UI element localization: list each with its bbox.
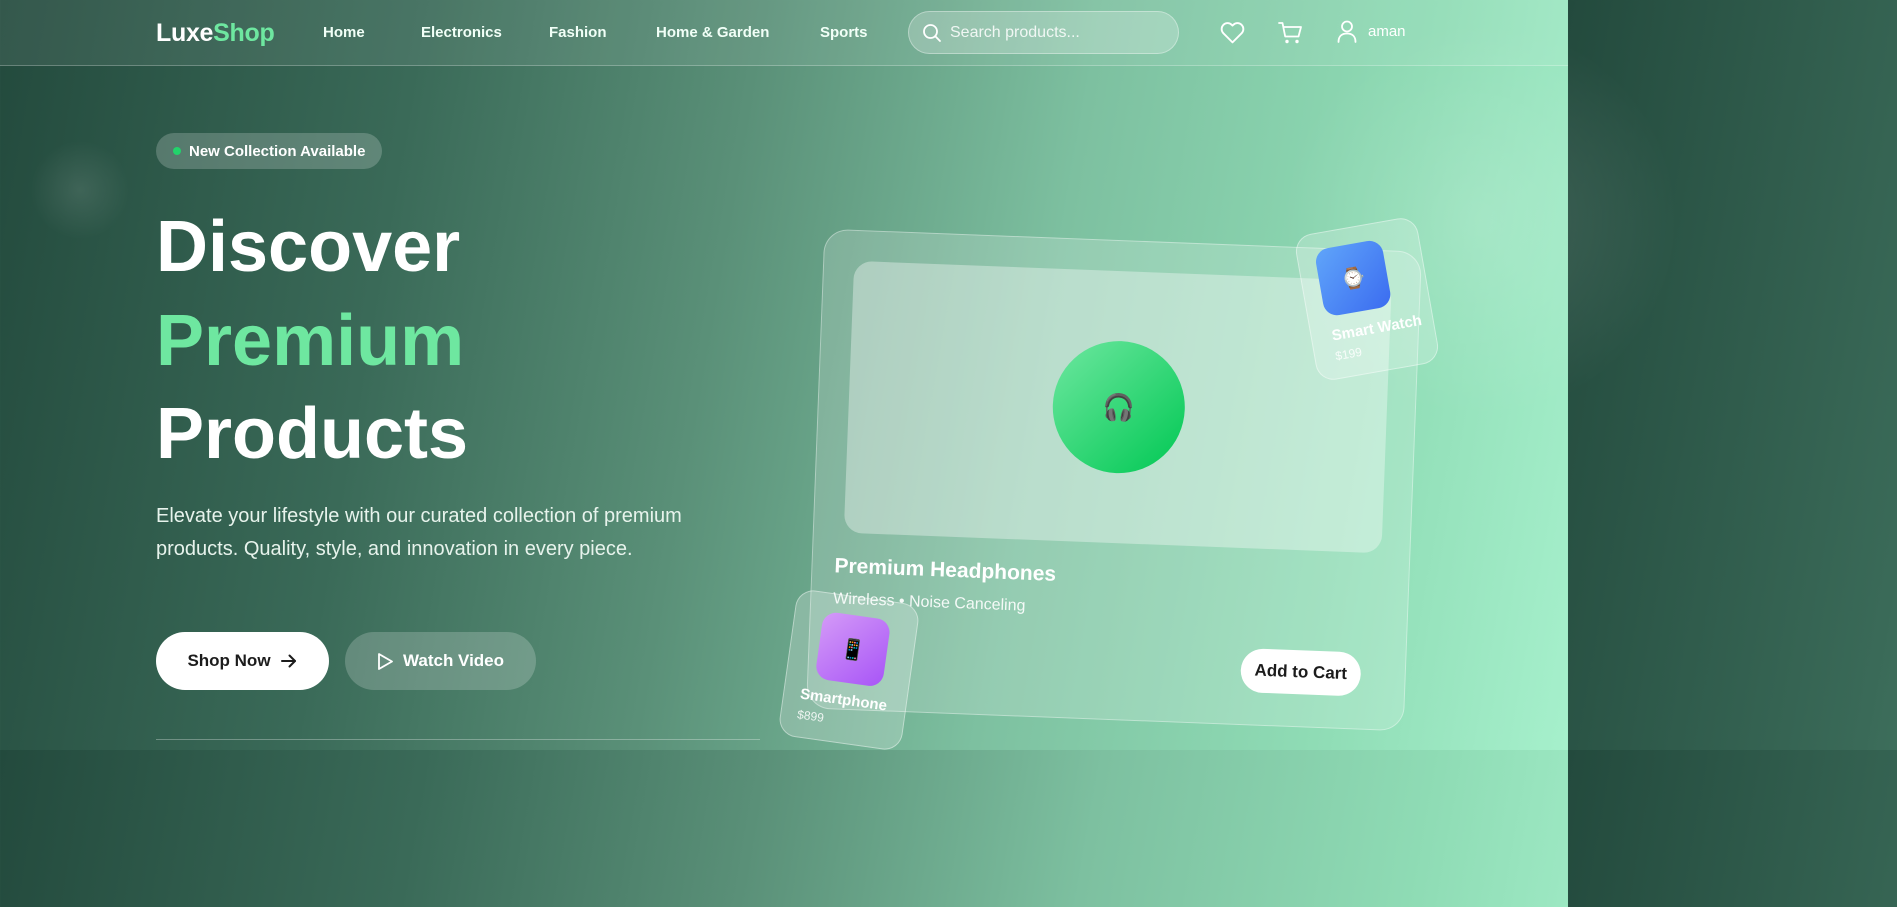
hero-description: Elevate your lifestyle with our curated … bbox=[156, 505, 682, 560]
smartphone-tile: 📱 bbox=[814, 610, 892, 688]
badge-text: New Collection Available bbox=[189, 142, 366, 160]
top-navbar: LuxeShop Home Electronics Fashion Home &… bbox=[0, 0, 1568, 66]
brand-logo-part2: Shop bbox=[213, 19, 275, 47]
smart-watch-tile: ⌚ bbox=[1313, 238, 1393, 318]
headphones-icon: 🎧 bbox=[1102, 391, 1136, 423]
shop-now-button[interactable]: Shop Now bbox=[156, 632, 329, 690]
user-menu[interactable]: aman bbox=[1337, 20, 1406, 43]
floating-product-name: Smart Watch bbox=[1330, 311, 1424, 345]
watch-video-label: Watch Video bbox=[402, 651, 505, 670]
hero-title-line1: Discover bbox=[156, 207, 461, 287]
add-to-cart-button[interactable]: Add to Cart bbox=[1239, 648, 1362, 697]
nav-link-electronics[interactable]: Electronics bbox=[421, 24, 502, 41]
status-dot-icon bbox=[173, 147, 181, 155]
product-title: Premium Headphones bbox=[834, 554, 1057, 586]
smartphone-icon: 📱 bbox=[838, 637, 867, 663]
user-icon bbox=[1337, 20, 1357, 43]
hero-divider bbox=[156, 739, 760, 740]
floating-product-price: $199 bbox=[1334, 344, 1363, 364]
brand-logo-part1: Luxe bbox=[156, 19, 214, 47]
play-icon bbox=[378, 652, 393, 670]
floating-product-price: $899 bbox=[796, 707, 825, 725]
nav-link-home[interactable]: Home bbox=[323, 24, 365, 41]
user-name: aman bbox=[1368, 23, 1406, 40]
search-bar bbox=[908, 11, 1179, 54]
new-collection-badge: New Collection Available bbox=[156, 133, 383, 169]
search-icon bbox=[923, 24, 941, 42]
hero-title-line3: Products bbox=[156, 394, 469, 474]
watch-video-button[interactable]: Watch Video bbox=[345, 632, 536, 690]
cart-icon[interactable] bbox=[1278, 21, 1303, 45]
floating-product-card[interactable]: ⌚ Smart Watch $199 bbox=[1293, 215, 1441, 383]
brand-logo[interactable]: LuxeShop bbox=[156, 19, 275, 48]
watch-icon: ⌚ bbox=[1339, 265, 1368, 292]
nav-link-home-garden[interactable]: Home & Garden bbox=[656, 24, 769, 41]
headphones-circle: 🎧 bbox=[1050, 338, 1188, 476]
hero-title-line2: Premium bbox=[156, 301, 465, 381]
background-glow bbox=[30, 140, 130, 240]
search-input[interactable] bbox=[950, 21, 1160, 45]
nav-link-fashion[interactable]: Fashion bbox=[549, 24, 607, 41]
arrow-right-icon bbox=[280, 654, 296, 668]
shop-now-label: Shop Now bbox=[187, 651, 271, 670]
heart-icon[interactable] bbox=[1220, 21, 1245, 44]
floating-product-card[interactable]: 📱 Smartphone $899 bbox=[777, 588, 921, 752]
nav-link-sports[interactable]: Sports bbox=[820, 24, 868, 41]
